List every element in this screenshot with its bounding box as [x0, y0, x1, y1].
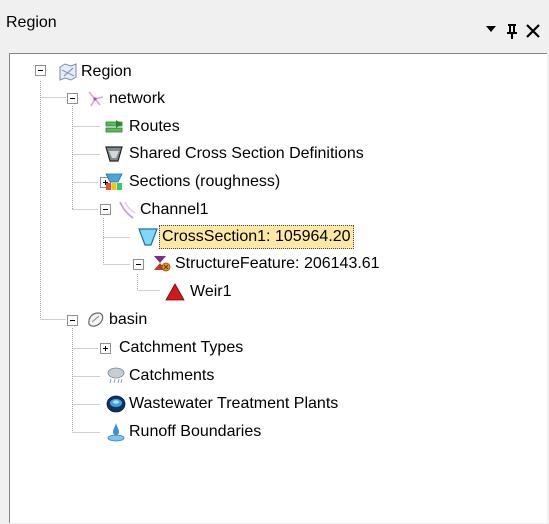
wastewater-treatment-plant-icon: [106, 395, 126, 413]
roughness-sections-icon: [105, 173, 123, 190]
catchment-icon: [107, 367, 125, 384]
cross-section-icon: [138, 228, 158, 246]
tree-connector-lines: [40, 81, 160, 433]
tree-node-structure-feature[interactable]: StructureFeature: 206143.61: [173, 254, 382, 274]
tree-node-catchment-types[interactable]: Catchment Types: [117, 338, 245, 358]
structure-feature-collapse-toggle[interactable]: [133, 259, 144, 270]
close-icon[interactable]: [524, 22, 542, 40]
panel-title: Region: [6, 14, 57, 31]
basin-collapse-toggle[interactable]: [67, 315, 78, 326]
catchment-types-expand-toggle[interactable]: [100, 343, 111, 354]
weir-icon: [165, 283, 185, 301]
network-icon: [88, 91, 104, 107]
tree-node-shared-cross-section-definitions[interactable]: Shared Cross Section Definitions: [127, 144, 366, 164]
network-collapse-toggle[interactable]: [67, 93, 78, 104]
tree-node-routes[interactable]: Routes: [127, 117, 182, 137]
tree-node-region[interactable]: Region: [79, 62, 134, 82]
region-collapse-toggle[interactable]: [35, 65, 46, 76]
pin-icon[interactable]: [503, 22, 521, 40]
tree-node-runoff-boundaries[interactable]: Runoff Boundaries: [127, 422, 263, 442]
structure-feature-icon: [154, 256, 171, 272]
tree-node-weir1[interactable]: Weir1: [188, 282, 234, 302]
tree-node-cross-section1[interactable]: CrossSection1: 105964.20: [159, 225, 354, 249]
region-tree-view[interactable]: Region network Routes Shared Cross Secti…: [9, 53, 547, 523]
runoff-boundary-icon: [107, 423, 125, 442]
cross-section-definition-icon: [105, 146, 123, 162]
basin-icon: [88, 312, 104, 327]
routes-icon: [105, 120, 123, 133]
dropdown-arrow-icon[interactable]: [482, 20, 500, 38]
tree-node-wastewater-treatment-plants[interactable]: Wastewater Treatment Plants: [127, 394, 340, 414]
tree-node-catchments[interactable]: Catchments: [127, 366, 216, 386]
region-icon: [59, 63, 77, 81]
tree-node-network[interactable]: network: [107, 89, 167, 109]
channel-icon: [119, 201, 136, 219]
panel-titlebar: Region: [0, 0, 549, 44]
tree-node-sections-roughness[interactable]: Sections (roughness): [127, 172, 282, 192]
channel1-collapse-toggle[interactable]: [100, 204, 111, 215]
tree-node-channel1[interactable]: Channel1: [138, 200, 211, 220]
tree-node-basin[interactable]: basin: [107, 310, 149, 330]
